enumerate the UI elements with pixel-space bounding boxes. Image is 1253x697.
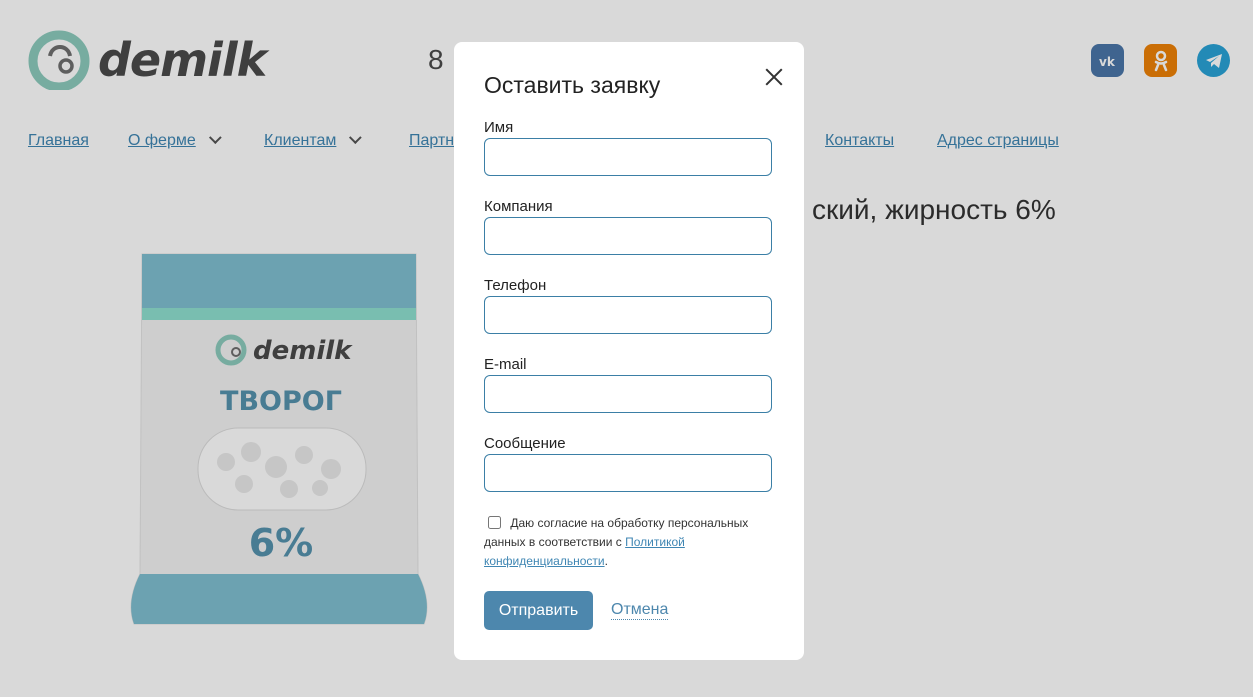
phone-label: Телефон	[484, 277, 547, 294]
message-label: Сообщение	[484, 435, 566, 452]
email-input[interactable]	[484, 375, 772, 413]
company-label: Компания	[484, 198, 553, 215]
phone-input[interactable]	[484, 296, 772, 334]
email-label: E-mail	[484, 356, 527, 373]
cancel-button[interactable]: Отмена	[611, 601, 669, 620]
name-label: Имя	[484, 119, 514, 136]
company-input[interactable]	[484, 217, 772, 255]
consent-block: Даю согласие на обработку персональных д…	[484, 514, 776, 571]
submit-button[interactable]: Отправить	[484, 591, 593, 630]
name-input[interactable]	[484, 138, 772, 176]
request-modal: Оставить заявку Имя Компания Телефон E-m…	[454, 42, 804, 660]
modal-title: Оставить заявку	[484, 72, 661, 98]
close-icon[interactable]	[762, 65, 786, 89]
message-input[interactable]	[484, 454, 772, 492]
consent-text: Даю согласие на обработку персональных д…	[484, 516, 749, 549]
consent-text-end: .	[604, 554, 608, 568]
consent-checkbox[interactable]	[488, 516, 501, 529]
